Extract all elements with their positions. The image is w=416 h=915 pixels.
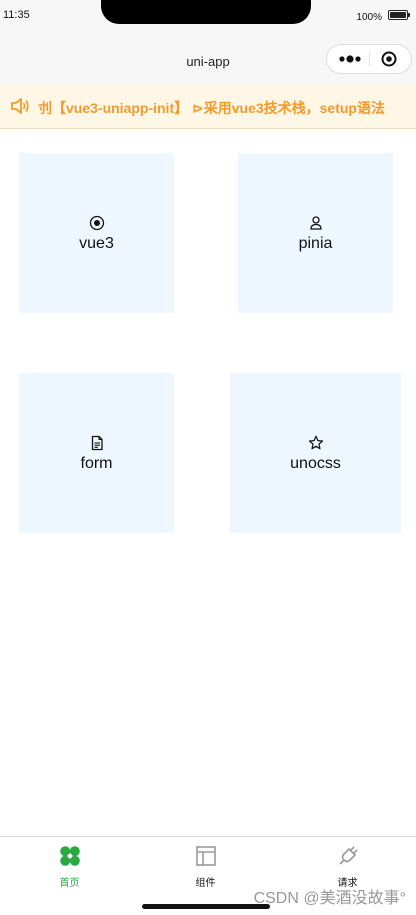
- layout-icon: [195, 846, 216, 866]
- notice-bar[interactable]: 刌【vue3-uniapp-init】 ⊳采用vue3技术栈，setup语法: [0, 84, 416, 129]
- tab-label: 首页: [59, 878, 80, 889]
- tile-label: vue3: [79, 235, 114, 252]
- tile-form[interactable]: form: [19, 373, 174, 533]
- tile-label: pinia: [298, 235, 333, 252]
- close-miniprogram-icon[interactable]: [381, 51, 397, 67]
- star-icon: [308, 435, 323, 450]
- speaker-icon: [11, 98, 29, 114]
- more-icon[interactable]: [337, 52, 365, 66]
- tile-unocss[interactable]: unocss: [230, 373, 401, 533]
- tab-home[interactable]: 首页: [0, 837, 139, 915]
- device-notch: [101, 0, 311, 24]
- capsule-divider: [369, 52, 370, 66]
- battery-percent: 100%: [356, 12, 382, 23]
- navigation-bar: uni-app: [0, 36, 416, 84]
- status-bar: 11:35 100%: [0, 0, 416, 36]
- tile-vue3[interactable]: vue3: [19, 153, 174, 313]
- notice-text: 刌【vue3-uniapp-init】 ⊳采用vue3技术栈，setup语法: [38, 100, 385, 116]
- watermark: CSDN @美酒没故事°: [253, 890, 406, 907]
- tile-label: form: [80, 455, 113, 472]
- status-time: 11:35: [3, 9, 30, 21]
- user-icon: [309, 216, 322, 230]
- home-indicator: [142, 904, 270, 909]
- tile-label: unocss: [290, 455, 341, 472]
- document-icon: [91, 435, 103, 451]
- tile-pinia[interactable]: pinia: [238, 153, 393, 313]
- battery-icon: [388, 10, 410, 20]
- radio-dot-icon: [89, 215, 104, 231]
- plug-icon: [338, 846, 358, 865]
- home-grid-icon: [59, 846, 80, 866]
- miniprogram-capsule: [326, 44, 412, 74]
